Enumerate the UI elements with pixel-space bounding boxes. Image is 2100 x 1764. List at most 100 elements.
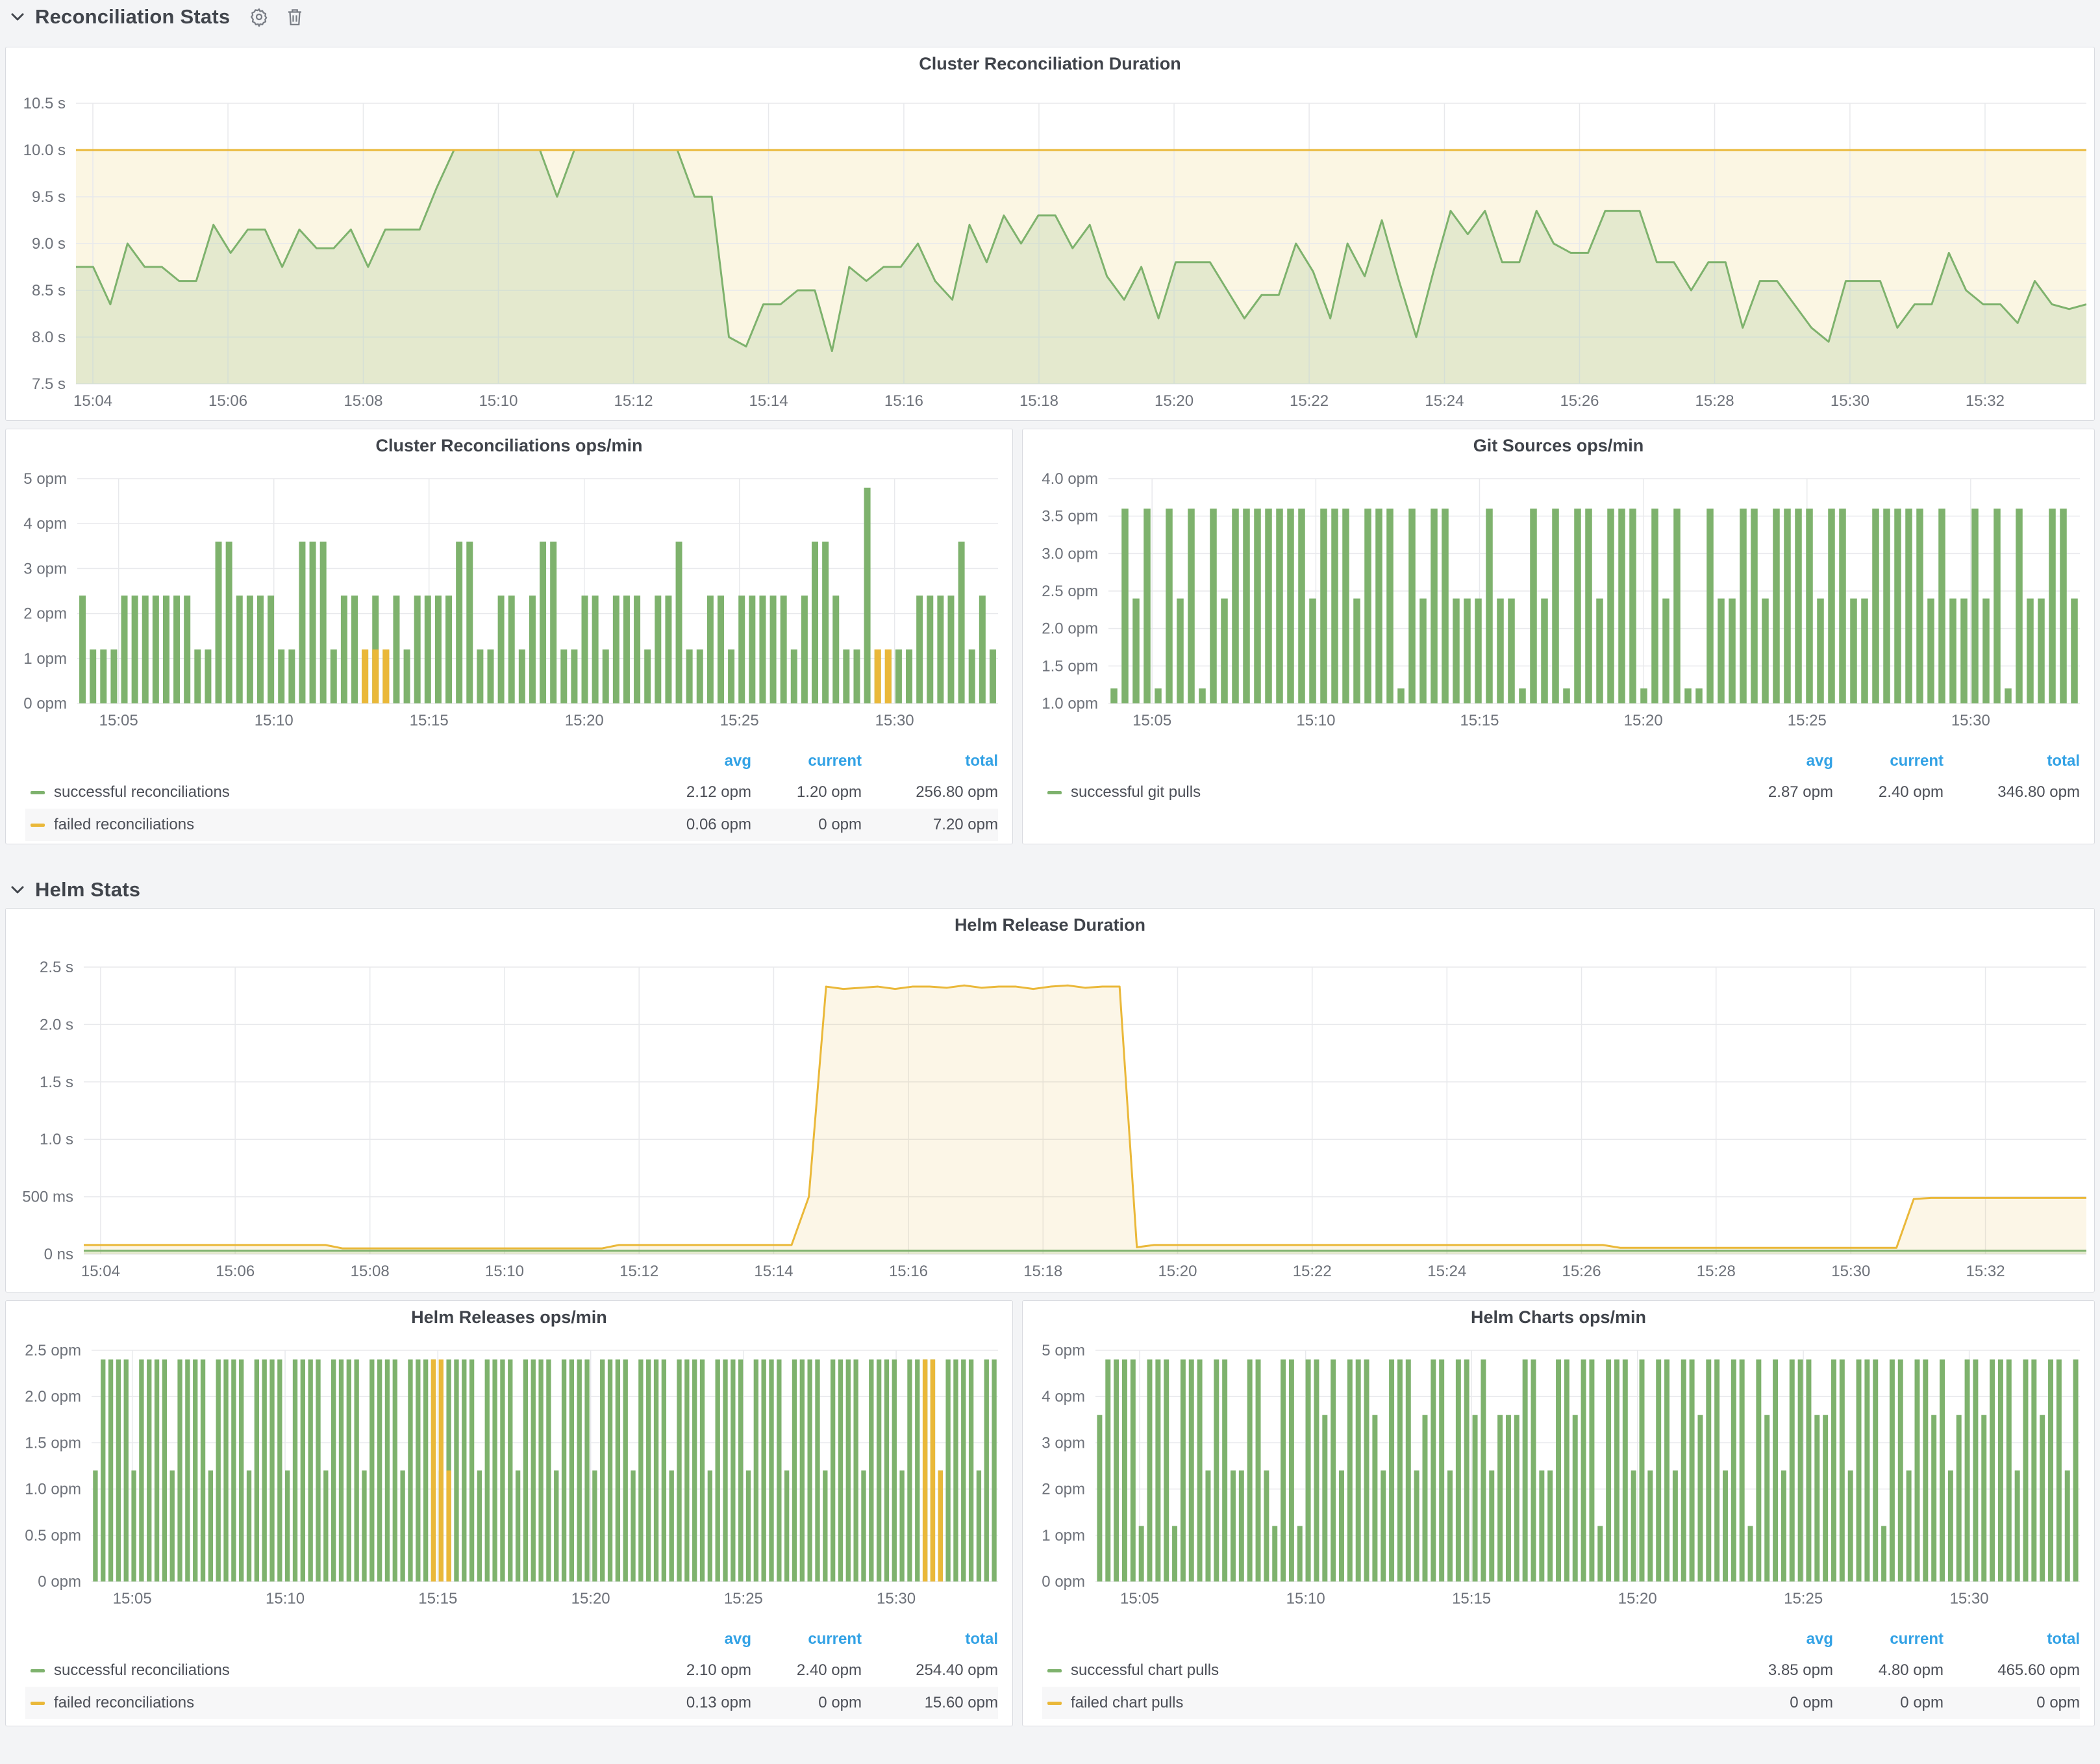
- panel-helm-releases-opm: Helm Releases ops/min 0 opm0.5 opm1.0 op…: [5, 1300, 1013, 1726]
- svg-text:15:25: 15:25: [720, 712, 759, 729]
- helm-release-duration-chart[interactable]: 0 ns500 ms1.0 s1.5 s2.0 s2.5 s15:0415:06…: [6, 941, 2094, 1293]
- section-title[interactable]: Helm Stats: [35, 878, 140, 901]
- svg-text:15:26: 15:26: [1560, 392, 1599, 410]
- svg-text:15:05: 15:05: [113, 1590, 152, 1607]
- trash-icon[interactable]: [286, 7, 304, 27]
- series-swatch-green: [31, 1669, 45, 1672]
- cluster-reconciliations-chart[interactable]: 0 opm1 opm2 opm3 opm4 opm5 opm15:0515:10…: [6, 462, 1012, 745]
- panel-title[interactable]: Git Sources ops/min: [1023, 429, 2094, 462]
- series-label-successful-chart-pulls[interactable]: successful chart pulls: [1042, 1661, 1723, 1680]
- series-label-failed-reconciliations[interactable]: failed reconciliations: [25, 1694, 641, 1712]
- legend-col-current[interactable]: current: [1833, 752, 1944, 770]
- helm-releases-chart[interactable]: 0 opm0.5 opm1.0 opm1.5 opm2.0 opm2.5 opm…: [6, 1333, 1012, 1623]
- svg-text:15:20: 15:20: [1624, 712, 1663, 729]
- svg-text:15:25: 15:25: [1788, 712, 1827, 729]
- gear-icon[interactable]: [249, 7, 269, 27]
- svg-text:15:05: 15:05: [1132, 712, 1171, 729]
- legend-col-current[interactable]: current: [751, 1630, 862, 1648]
- legend-total-value: 7.20 opm: [862, 816, 998, 834]
- svg-text:0 opm: 0 opm: [1042, 1573, 1085, 1591]
- panel-title[interactable]: Helm Release Duration: [6, 909, 2094, 941]
- svg-text:15:28: 15:28: [1695, 392, 1734, 410]
- panel-title[interactable]: Helm Charts ops/min: [1023, 1301, 2094, 1333]
- svg-text:15:08: 15:08: [351, 1263, 390, 1280]
- cluster-reconciliation-duration-chart[interactable]: 7.5 s8.0 s8.5 s9.0 s9.5 s10.0 s10.5 s15:…: [6, 80, 2094, 422]
- svg-text:15:05: 15:05: [99, 712, 138, 729]
- series-swatch-green: [1047, 1669, 1062, 1672]
- panel-title[interactable]: Helm Releases ops/min: [6, 1301, 1012, 1333]
- svg-text:8.0 s: 8.0 s: [32, 329, 66, 346]
- svg-text:15:04: 15:04: [81, 1263, 120, 1280]
- svg-text:15:25: 15:25: [724, 1590, 763, 1607]
- svg-text:15:30: 15:30: [875, 712, 914, 729]
- svg-text:1.5 opm: 1.5 opm: [1042, 657, 1098, 675]
- grafana-dashboard: { "colors": { "green": "#7EB26D", "orang…: [0, 0, 2100, 1764]
- chevron-down-icon[interactable]: [10, 12, 25, 21]
- legend-total-value: 465.60 opm: [1944, 1661, 2080, 1680]
- chevron-down-icon[interactable]: [10, 885, 25, 894]
- svg-text:15:14: 15:14: [754, 1263, 793, 1280]
- svg-text:2.0 opm: 2.0 opm: [25, 1388, 81, 1405]
- section-header-reconciliation-stats[interactable]: Reconciliation Stats: [10, 3, 304, 31]
- svg-text:4.0 opm: 4.0 opm: [1042, 470, 1098, 488]
- legend-header: avg current total: [25, 1624, 998, 1654]
- legend-col-total[interactable]: total: [1944, 1630, 2080, 1648]
- svg-text:15:26: 15:26: [1562, 1263, 1601, 1280]
- series-swatch-orange: [31, 824, 45, 827]
- svg-text:15:20: 15:20: [1155, 392, 1194, 410]
- svg-text:0 opm: 0 opm: [23, 695, 67, 712]
- legend-row: failed reconciliations 0.13 opm 0 opm 15…: [25, 1687, 998, 1719]
- series-label-failed-reconciliations[interactable]: failed reconciliations: [25, 816, 641, 834]
- helm-charts-chart[interactable]: 0 opm1 opm2 opm3 opm4 opm5 opm15:0515:10…: [1023, 1333, 2094, 1623]
- svg-text:15:18: 15:18: [1019, 392, 1058, 410]
- svg-text:15:18: 15:18: [1023, 1263, 1062, 1280]
- legend-total-value: 0 opm: [1944, 1694, 2080, 1712]
- svg-text:15:10: 15:10: [485, 1263, 524, 1280]
- svg-text:2.0 s: 2.0 s: [40, 1016, 73, 1033]
- svg-text:15:22: 15:22: [1293, 1263, 1332, 1280]
- svg-text:0 opm: 0 opm: [38, 1573, 81, 1591]
- section-header-helm-stats[interactable]: Helm Stats: [10, 876, 140, 904]
- legend-col-total[interactable]: total: [1944, 752, 2080, 770]
- series-label-successful-git-pulls[interactable]: successful git pulls: [1042, 783, 1723, 801]
- legend-col-avg[interactable]: avg: [1723, 1630, 1833, 1648]
- legend-avg-value: 0.13 opm: [641, 1694, 751, 1712]
- legend-row: failed chart pulls 0 opm 0 opm 0 opm: [1042, 1687, 2080, 1719]
- legend-col-avg[interactable]: avg: [641, 752, 751, 770]
- legend-total-value: 254.40 opm: [862, 1661, 998, 1680]
- svg-text:15:24: 15:24: [1425, 392, 1464, 410]
- svg-text:15:04: 15:04: [73, 392, 112, 410]
- section-title[interactable]: Reconciliation Stats: [35, 5, 230, 29]
- legend-col-total[interactable]: total: [862, 1630, 998, 1648]
- panel-title[interactable]: Cluster Reconciliations ops/min: [6, 429, 1012, 462]
- svg-text:1 opm: 1 opm: [1042, 1527, 1085, 1544]
- legend-col-total[interactable]: total: [862, 752, 998, 770]
- legend-current-value: 1.20 opm: [751, 783, 862, 801]
- legend-col-avg[interactable]: avg: [1723, 752, 1833, 770]
- svg-text:1.0 opm: 1.0 opm: [25, 1481, 81, 1498]
- panel-cluster-reconciliation-duration: Cluster Reconciliation Duration 7.5 s8.0…: [5, 47, 2095, 421]
- svg-text:15:16: 15:16: [889, 1263, 928, 1280]
- series-label-successful-reconciliations[interactable]: successful reconciliations: [25, 1661, 641, 1680]
- series-label-successful-reconciliations[interactable]: successful reconciliations: [25, 783, 641, 801]
- legend-col-avg[interactable]: avg: [641, 1630, 751, 1648]
- panel-title[interactable]: Cluster Reconciliation Duration: [6, 47, 2094, 80]
- svg-text:15:32: 15:32: [1966, 1263, 2005, 1280]
- git-sources-chart[interactable]: 1.0 opm1.5 opm2.0 opm2.5 opm3.0 opm3.5 o…: [1023, 462, 2094, 745]
- svg-text:2.5 opm: 2.5 opm: [25, 1342, 81, 1359]
- panel-helm-charts-opm: Helm Charts ops/min 0 opm1 opm2 opm3 opm…: [1022, 1300, 2095, 1726]
- legend-avg-value: 0.06 opm: [641, 816, 751, 834]
- svg-text:1.0 opm: 1.0 opm: [1042, 695, 1098, 712]
- legend-col-current[interactable]: current: [1833, 1630, 1944, 1648]
- series-label-failed-chart-pulls[interactable]: failed chart pulls: [1042, 1694, 1723, 1712]
- svg-text:1.0 s: 1.0 s: [40, 1131, 73, 1148]
- panel-cluster-reconciliations-opm: Cluster Reconciliations ops/min 0 opm1 o…: [5, 429, 1013, 844]
- svg-text:1.5 opm: 1.5 opm: [25, 1434, 81, 1452]
- svg-text:15:32: 15:32: [1966, 392, 2005, 410]
- svg-text:3 opm: 3 opm: [23, 560, 67, 577]
- svg-text:2 opm: 2 opm: [1042, 1481, 1085, 1498]
- legend: avg current total successful reconciliat…: [6, 745, 1012, 841]
- svg-text:15:20: 15:20: [1158, 1263, 1197, 1280]
- svg-text:3.5 opm: 3.5 opm: [1042, 508, 1098, 525]
- legend-col-current[interactable]: current: [751, 752, 862, 770]
